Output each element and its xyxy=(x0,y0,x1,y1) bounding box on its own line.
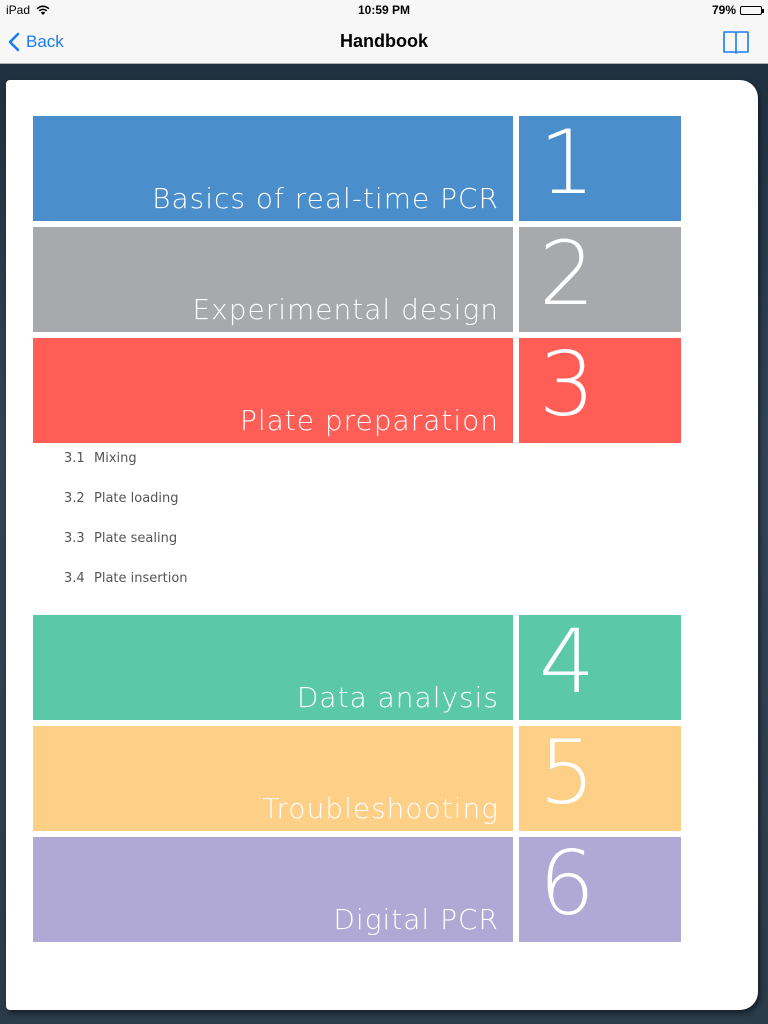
battery-icon xyxy=(740,5,764,15)
chapter-3[interactable]: Plate preparation 3 xyxy=(33,338,681,443)
chapter-title: Experimental design xyxy=(192,293,499,326)
chapter-number-block: 3 xyxy=(519,338,681,443)
chapter-number: 4 xyxy=(539,615,595,713)
chapter-title: Plate preparation xyxy=(239,404,499,437)
book-icon[interactable] xyxy=(722,29,750,55)
chapter-title-block: Plate preparation xyxy=(33,338,513,443)
battery-percent: 79% xyxy=(711,3,736,17)
chapter-number-block: 1 xyxy=(519,116,681,221)
chapter-title-block: Digital PCR xyxy=(33,837,513,942)
chapter-number: 6 xyxy=(539,837,595,935)
subsection-title: Plate sealing xyxy=(94,531,178,546)
subsection-number: 3.3 xyxy=(64,531,85,546)
subsection-title: Plate insertion xyxy=(94,571,188,586)
subsection-number: 3.2 xyxy=(64,491,85,506)
status-bar: iPad 10:59 PM 79% xyxy=(0,0,768,20)
chapter-3-subsections: 3.1 Mixing 3.2 Plate loading 3.3 Plate s… xyxy=(64,451,188,611)
chapter-title: Digital PCR xyxy=(333,903,499,936)
chapter-number: 2 xyxy=(539,227,595,325)
chapter-title-block: Experimental design xyxy=(33,227,513,332)
chapter-4[interactable]: Data analysis 4 xyxy=(33,615,681,720)
chapter-title: Basics of real-time PCR xyxy=(152,182,499,215)
chapter-5[interactable]: Troubleshooting 5 xyxy=(33,726,681,831)
chapter-title-block: Troubleshooting xyxy=(33,726,513,831)
chapter-title-block: Data analysis xyxy=(33,615,513,720)
subsection-item[interactable]: 3.4 Plate insertion xyxy=(64,571,188,611)
status-right: 79% xyxy=(711,3,764,17)
chapter-1[interactable]: Basics of real-time PCR 1 xyxy=(33,116,681,221)
subsection-item[interactable]: 3.3 Plate sealing xyxy=(64,531,188,571)
page-title: Handbook xyxy=(340,31,428,51)
chapter-6[interactable]: Digital PCR 6 xyxy=(33,837,681,942)
status-time: 10:59 PM xyxy=(357,3,411,17)
chapter-title: Troubleshooting xyxy=(262,792,499,825)
chapter-number-block: 5 xyxy=(519,726,681,831)
navigation-bar: Back Handbook xyxy=(0,20,768,64)
chapter-number: 5 xyxy=(539,726,595,824)
chapter-2[interactable]: Experimental design 2 xyxy=(33,227,681,332)
chapter-number: 3 xyxy=(539,338,595,436)
subsection-title: Plate loading xyxy=(94,491,179,506)
subsection-item[interactable]: 3.2 Plate loading xyxy=(64,491,188,531)
subsection-title: Mixing xyxy=(94,451,137,466)
chapter-number-block: 2 xyxy=(519,227,681,332)
chapter-number-block: 4 xyxy=(519,615,681,720)
chapter-title-block: Basics of real-time PCR xyxy=(33,116,513,221)
chapter-number-block: 6 xyxy=(519,837,681,942)
subsection-number: 3.1 xyxy=(64,451,85,466)
subsection-number: 3.4 xyxy=(64,571,85,586)
chapter-title: Data analysis xyxy=(296,681,499,714)
subsection-item[interactable]: 3.1 Mixing xyxy=(64,451,188,491)
chapter-number: 1 xyxy=(539,116,595,214)
